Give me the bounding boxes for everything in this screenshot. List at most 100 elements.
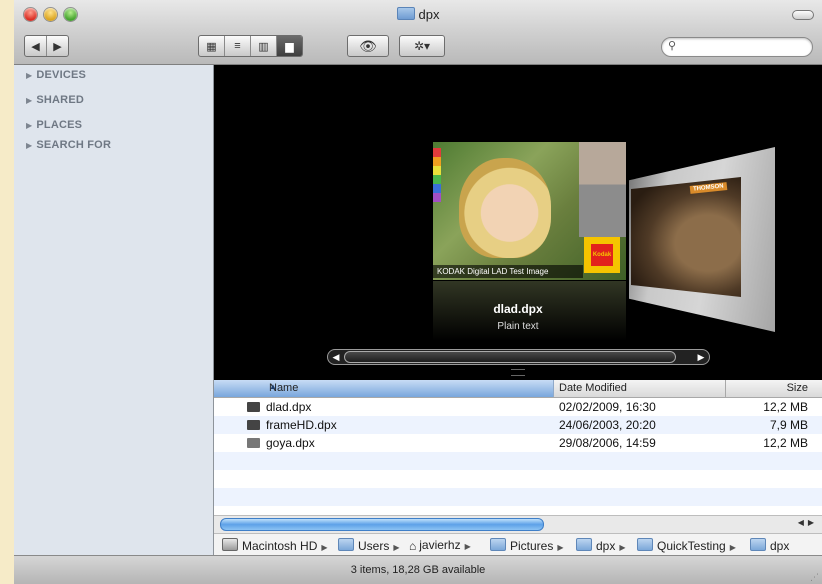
sort-ascending-icon: ▲ [269, 382, 277, 391]
disclosure-triangle-icon[interactable]: ▶ [26, 96, 32, 105]
chevron-right-icon: ▶ [464, 542, 471, 551]
cover-caption: KODAK Digital LAD Test Image [433, 265, 583, 278]
list-view-button[interactable]: ≡ [225, 36, 251, 56]
chevron-right-icon: ▶ [619, 543, 626, 552]
kodak-logo: Kodak [584, 237, 620, 273]
sidebar-item-search-for[interactable]: ▶ SEARCH FOR [26, 139, 111, 151]
grey-patch [579, 142, 626, 237]
coverflow-pane[interactable]: THOMSON Kodak KODAK Digital LAD Test Ima… [214, 65, 822, 380]
path-item-dpx[interactable]: dpx ▶ [576, 538, 630, 553]
portrait-image [459, 158, 551, 258]
sidebar-item-label: SHARED [36, 94, 85, 106]
back-button[interactable]: ◀ [25, 36, 47, 56]
file-icon [247, 402, 260, 412]
folder-icon [490, 538, 506, 551]
path-item-label: dpx [596, 539, 616, 553]
file-name: dlad.dpx [266, 400, 312, 414]
empty-row [214, 452, 822, 470]
window-title: dpx [14, 6, 822, 24]
color-swatches [433, 148, 441, 202]
view-switcher: ▦ ≡ ▥ ▆ [198, 35, 303, 57]
scroll-left-icon[interactable]: ◀ [329, 350, 343, 364]
scroll-right-icon[interactable]: ▶ [694, 350, 708, 364]
disclosure-triangle-icon[interactable]: ▶ [26, 141, 32, 150]
sidebar-item-shared[interactable]: ▶ SHARED [26, 94, 84, 106]
file-size: 12,2 MB [763, 400, 808, 414]
file-date: 02/02/2009, 16:30 [559, 400, 656, 414]
toolbar-toggle-button[interactable] [792, 10, 814, 20]
quicklook-button[interactable]: 👁 [348, 36, 388, 56]
path-item-javierhz[interactable]: ⌂ javierhz ▶ [409, 538, 475, 553]
selected-file-kind: Plain text [497, 321, 539, 332]
coverflow-view-button[interactable]: ▆ [277, 36, 302, 56]
status-bar: 3 items, 18,28 GB available ⋰ [14, 555, 822, 584]
chevron-right-icon: ▶ [393, 543, 400, 552]
file-size: 12,2 MB [763, 436, 808, 450]
sidebar-item-label: PLACES [36, 119, 83, 131]
path-item-label: Users [358, 539, 390, 553]
folder-icon [576, 538, 592, 551]
column-header-name[interactable]: Name ▲ [214, 380, 554, 397]
nav-buttons: ◀ ▶ [24, 35, 69, 57]
path-item-macintosh-hd[interactable]: Macintosh HD ▶ [222, 538, 332, 553]
sidebar-item-devices[interactable]: ▶ DEVICES [26, 69, 86, 81]
resize-grip-icon[interactable]: ⋰ [810, 573, 819, 582]
sidebar: ▶ DEVICES ▶ SHARED ▶ PLACES ▶ SEARCH FOR [14, 65, 214, 555]
coverflow-scrollbar[interactable]: ◀ ▶ [327, 349, 710, 365]
forward-button[interactable]: ▶ [47, 36, 68, 56]
disclosure-triangle-icon[interactable]: ▶ [26, 121, 32, 130]
path-item-dpx-current[interactable]: dpx [750, 538, 789, 553]
folder-icon [750, 538, 766, 551]
search-input[interactable]: ⚲ [661, 37, 813, 57]
cover-frameHD-image [631, 177, 741, 297]
chevron-right-icon: ▶ [729, 543, 736, 552]
disclosure-triangle-icon[interactable]: ▶ [26, 71, 32, 80]
action-group: ✲▾ [399, 35, 445, 57]
table-row[interactable]: frameHD.dpx 24/06/2003, 20:20 7,9 MB [214, 416, 822, 434]
scroll-arrows-icon[interactable]: ◀▶ [798, 518, 818, 527]
table-row[interactable]: goya.dpx 29/08/2006, 14:59 12,2 MB [214, 434, 822, 452]
path-item-label: Pictures [510, 539, 554, 553]
coverflow-scroll-thumb[interactable] [344, 351, 676, 363]
action-menu-button[interactable]: ✲▾ [400, 36, 444, 56]
path-item-pictures[interactable]: Pictures ▶ [490, 538, 568, 553]
horizontal-scrollbar[interactable]: ◀▶ [214, 515, 822, 533]
title-toolbar: dpx ◀ ▶ ▦ ≡ ▥ ▆ 👁 ✲▾ ⚲ [14, 0, 822, 65]
column-divider[interactable] [725, 380, 726, 397]
chevron-right-icon: ▶ [321, 543, 328, 552]
icon-view-button[interactable]: ▦ [199, 36, 225, 56]
kodak-logo-text: Kodak [591, 244, 613, 266]
file-name: frameHD.dpx [266, 418, 337, 432]
file-date: 24/06/2003, 20:20 [559, 418, 656, 432]
path-item-quicktesting[interactable]: QuickTesting ▶ [637, 538, 740, 553]
home-icon: ⌂ [409, 539, 417, 553]
path-item-label: dpx [770, 539, 790, 553]
file-icon [247, 438, 260, 448]
table-row[interactable]: dlad.dpx 02/02/2009, 16:30 12,2 MB [214, 398, 822, 416]
sidebar-item-label: DEVICES [36, 69, 87, 81]
list-header: Name ▲ Date Modified Size [214, 380, 822, 398]
folder-icon [396, 7, 415, 20]
pane-splitter[interactable] [511, 369, 525, 376]
column-header-date[interactable]: Date Modified [559, 382, 627, 394]
file-icon [247, 420, 260, 430]
path-bar: Macintosh HD ▶ Users ▶ ⌂ javierhz ▶ Pictures… [214, 533, 822, 556]
file-name: goya.dpx [266, 436, 315, 450]
folder-icon [637, 538, 653, 551]
file-size: 7,9 MB [769, 418, 808, 432]
finder-window: dpx ◀ ▶ ▦ ≡ ▥ ▆ 👁 ✲▾ ⚲ ▶ DEVICES ▶ SHARED … [14, 0, 822, 584]
path-item-label: Macintosh HD [242, 539, 318, 553]
horizontal-scroll-thumb[interactable] [220, 518, 544, 531]
path-item-label: javierhz [419, 538, 461, 552]
empty-row [214, 488, 822, 506]
cover-dlad[interactable]: Kodak KODAK Digital LAD Test Image [433, 142, 626, 280]
chevron-right-icon: ▶ [557, 543, 564, 552]
sidebar-item-places[interactable]: ▶ PLACES [26, 119, 82, 131]
status-text: 3 items, 18,28 GB available [350, 564, 486, 576]
sidebar-item-label: SEARCH FOR [36, 139, 112, 151]
column-header-size[interactable]: Size [787, 382, 808, 394]
column-view-button[interactable]: ▥ [251, 36, 277, 56]
search-icon: ⚲ [668, 40, 677, 52]
file-date: 29/08/2006, 14:59 [559, 436, 656, 450]
path-item-users[interactable]: Users ▶ [338, 538, 404, 553]
